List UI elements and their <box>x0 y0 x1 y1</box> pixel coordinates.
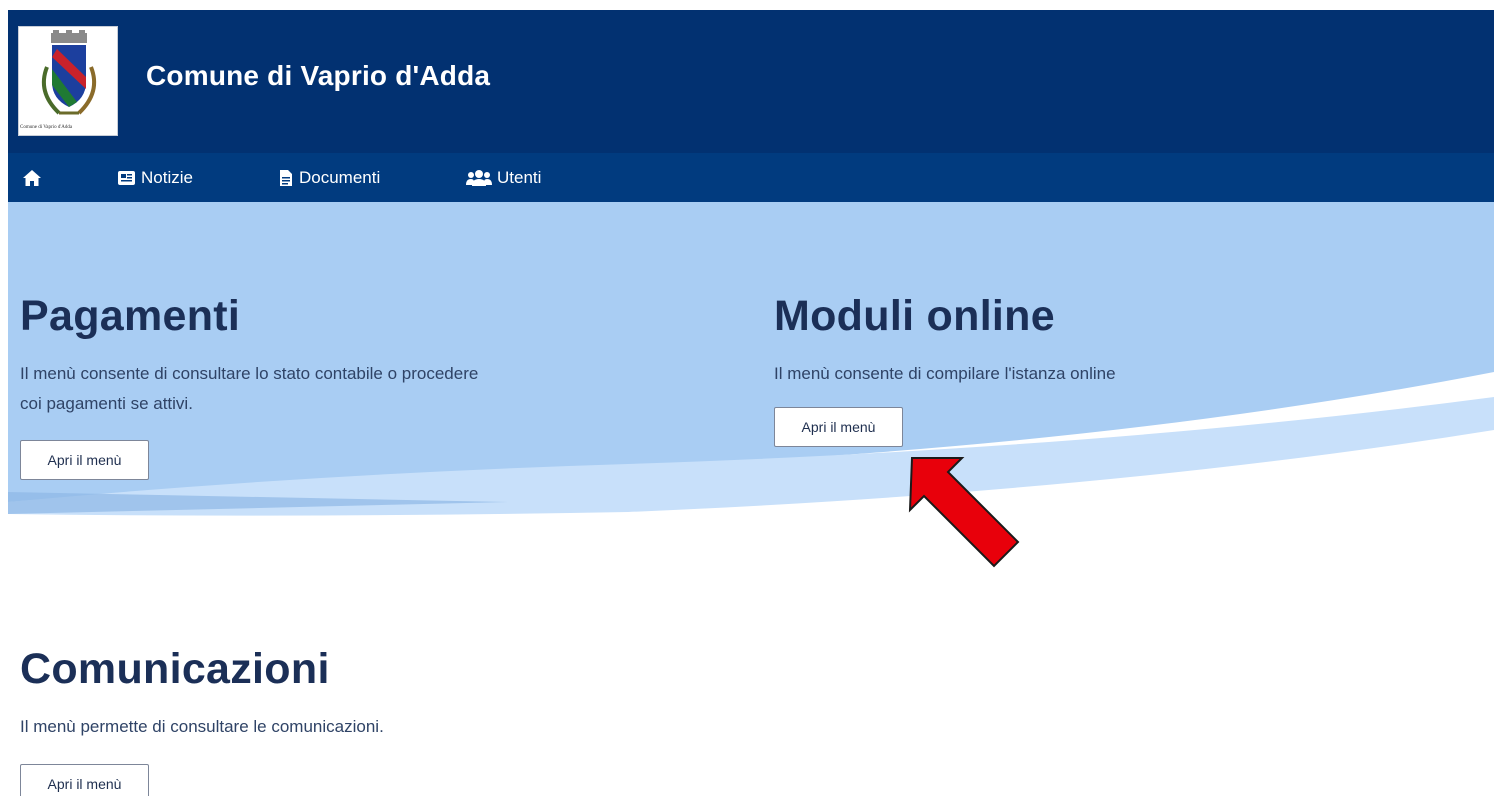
open-menu-button-comunicazioni[interactable]: Apri il menù <box>20 764 149 796</box>
annotation-arrow-icon <box>908 457 1020 568</box>
section-comunicazioni: Comunicazioni Il menù permette di consul… <box>20 645 720 742</box>
section-moduli-online: Moduli online Il menù consente di compil… <box>774 292 1454 389</box>
section-description-pagamenti-line1: Il menù consente di consultare lo stato … <box>20 364 479 383</box>
municipality-logo[interactable]: Comune di Vaprio d'Adda <box>18 26 118 136</box>
section-title-comunicazioni: Comunicazioni <box>20 645 330 693</box>
site-title[interactable]: Comune di Vaprio d'Adda <box>146 60 490 92</box>
section-title-pagamenti: Pagamenti <box>20 292 241 340</box>
nav-utenti[interactable]: Utenti <box>466 153 541 202</box>
open-menu-button-moduli-online[interactable]: Apri il menù <box>774 407 903 447</box>
section-description-moduli-online: Il menù consente di compilare l'istanza … <box>774 364 1116 383</box>
coat-of-arms-icon <box>42 30 96 115</box>
logo-caption: Comune di Vaprio d'Adda <box>20 125 73 130</box>
section-pagamenti: Pagamenti Il menù consente di consultare… <box>20 292 640 419</box>
nav-home[interactable] <box>22 153 47 202</box>
nav-documenti-label: Documenti <box>299 167 381 187</box>
section-title-moduli-online: Moduli online <box>774 292 1055 340</box>
document-icon <box>280 169 292 186</box>
users-icon <box>466 169 492 186</box>
nav-notizie[interactable]: Notizie <box>116 153 193 202</box>
site-header: Comune di Vaprio d'Adda Comune di Vaprio… <box>8 10 1494 153</box>
nav-utenti-label: Utenti <box>497 167 542 187</box>
home-icon <box>23 169 41 186</box>
main-nav: Notizie Documenti Utenti <box>8 153 1494 202</box>
page: Comune di Vaprio d'Adda Comune di Vaprio… <box>8 10 1494 796</box>
section-description-comunicazioni: Il menù permette di consultare le comuni… <box>20 717 384 736</box>
newspaper-icon <box>118 170 135 185</box>
nav-notizie-label: Notizie <box>141 167 193 187</box>
open-menu-button-pagamenti[interactable]: Apri il menù <box>20 440 149 480</box>
section-description-pagamenti-line2: coi pagamenti se attivi. <box>20 394 193 413</box>
nav-documenti[interactable]: Documenti <box>278 153 380 202</box>
